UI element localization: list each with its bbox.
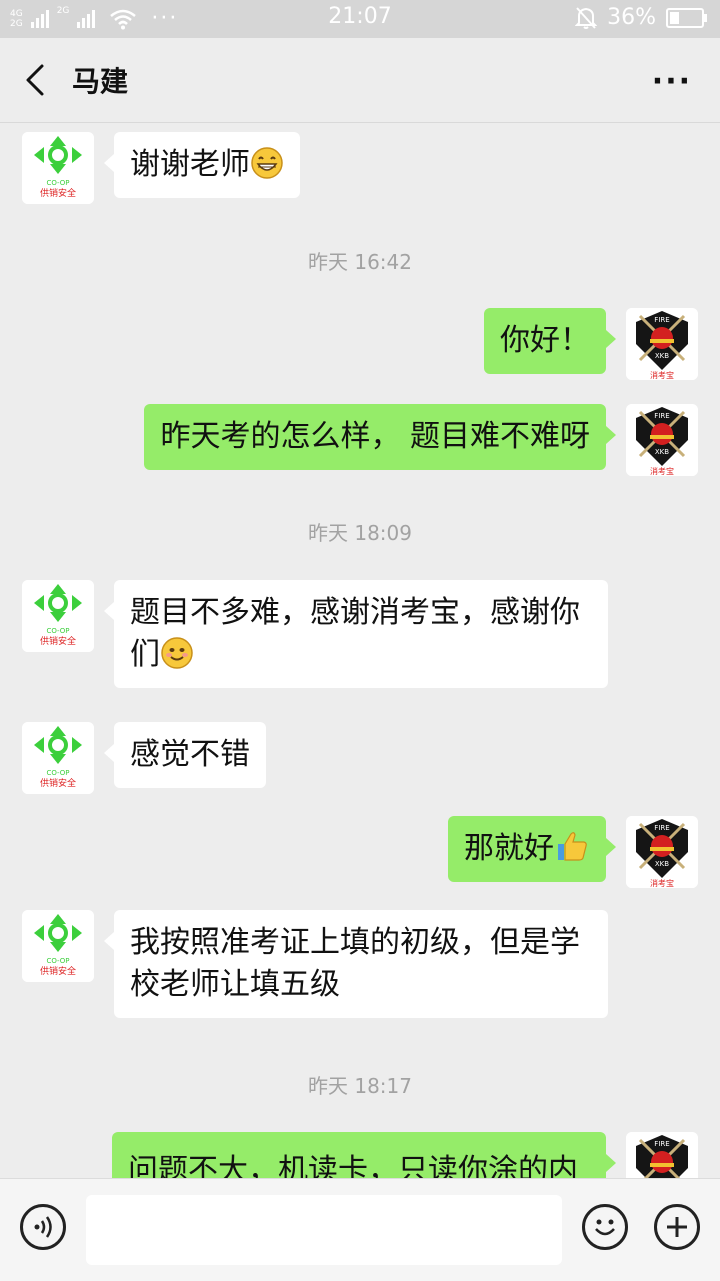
message-text: 感觉不错 [130,737,250,772]
message-input[interactable] [86,1195,562,1265]
message-text-line: 们 [130,637,160,672]
svg-text:FIRE: FIRE [654,412,669,420]
fire-xkb-logo-icon: FIRE [626,1132,698,1178]
back-button[interactable] [18,60,58,100]
message-text-line: 校老师让填五级 [130,967,340,1002]
input-bar [0,1178,720,1281]
emoji-button[interactable] [582,1204,628,1250]
fire-xkb-logo-icon: FIRE XKB 消考宝 [626,816,698,888]
status-right: 36% [575,5,707,30]
chat-header: 马建 ··· [0,38,720,123]
message-sent: FIRE XKB 消考宝 那就好 [0,816,720,892]
svg-text:供销安全: 供销安全 [40,635,76,647]
svg-text:FIRE: FIRE [654,1140,669,1148]
my-avatar[interactable]: FIRE XKB 消考宝 [626,816,698,888]
message-text: 那就好 [464,831,554,866]
smiley-face-icon [595,1219,615,1236]
svg-text:消考宝: 消考宝 [650,370,674,380]
coop-logo-icon: CO-OP 供销安全 [22,580,94,652]
more-options-button[interactable]: ··· [652,64,692,99]
message-text: 谢谢老师 [130,147,250,182]
svg-text:XKB: XKB [655,860,669,868]
voice-button[interactable] [20,1204,66,1250]
chat-title: 马建 [72,65,129,98]
smile-emoji-icon [161,637,193,669]
fire-xkb-logo-icon: FIRE XKB 消考宝 [626,308,698,380]
svg-text:供销安全: 供销安全 [40,777,76,789]
battery-icon [666,7,707,28]
svg-text:XKB: XKB [655,448,669,456]
svg-text:CO-OP: CO-OP [46,957,69,965]
coop-logo-icon: CO-OP 供销安全 [22,910,94,982]
message-bubble[interactable]: 谢谢老师 [104,132,300,198]
message-sent: FIRE XKB 消考宝 你好！ [0,308,720,384]
timestamp: 昨天 18:09 [308,521,412,545]
status-bar: 4G 2G 2G ··· 21:07 36% [0,0,720,38]
svg-text:消考宝: 消考宝 [650,466,674,476]
contact-avatar[interactable]: CO-OP 供销安全 [22,910,94,982]
message-sent: FIRE XKB 消考宝 昨天考的怎么样， 题目难不难呀 [0,404,720,480]
message-received: CO-OP 供销安全 题目不多难，感谢消考宝，感谢你 们 [0,580,720,700]
thumbs-up-emoji-icon [558,832,587,861]
chevron-left-icon [26,64,44,96]
coop-logo-icon: CO-OP 供销安全 [22,722,94,794]
my-avatar[interactable]: FIRE XKB 消考宝 [626,404,698,476]
message-bubble[interactable]: 昨天考的怎么样， 题目难不难呀 [144,404,616,470]
battery-fill [670,11,679,24]
voice-wave-icon [34,1216,52,1238]
message-bubble[interactable]: 感觉不错 [104,722,266,788]
svg-text:FIRE: FIRE [654,824,669,832]
svg-text:消考宝: 消考宝 [650,878,674,888]
message-bubble[interactable]: 我按照准考证上填的初级，但是学 校老师让填五级 [104,910,608,1018]
svg-text:FIRE: FIRE [654,316,669,324]
svg-text:CO-OP: CO-OP [46,179,69,187]
fire-xkb-logo-icon: FIRE XKB 消考宝 [626,404,698,476]
message-text: 问题不大，机读卡，只读你涂的内 [128,1153,578,1178]
svg-text:CO-OP: CO-OP [46,769,69,777]
message-received: CO-OP 供销安全 谢谢老师 [0,132,720,208]
mute-bell-icon [575,6,598,29]
message-bubble[interactable]: 你好！ [484,308,616,374]
message-text: 你好！ [500,323,590,358]
message-received: CO-OP 供销安全 我按照准考证上填的初级，但是学 校老师让填五级 [0,910,720,1030]
coop-logo-icon: CO-OP 供销安全 [22,132,94,204]
message-received: CO-OP 供销安全 感觉不错 [0,722,720,798]
message-bubble[interactable]: 那就好 [448,816,616,882]
grin-emoji-icon [251,147,283,179]
battery-percent: 36% [607,5,656,30]
svg-text:供销安全: 供销安全 [40,187,76,199]
message-sent: FIRE 问题不大，机读卡，只读你涂的内 [0,1132,720,1178]
message-text-line: 我按照准考证上填的初级，但是学 [130,925,580,960]
contact-avatar[interactable]: CO-OP 供销安全 [22,580,94,652]
svg-text:供销安全: 供销安全 [40,965,76,977]
message-text-line: 题目不多难，感谢消考宝，感谢你 [130,595,580,630]
my-avatar[interactable]: FIRE XKB 消考宝 [626,308,698,380]
svg-text:XKB: XKB [655,352,669,360]
svg-text:CO-OP: CO-OP [46,627,69,635]
message-text: 昨天考的怎么样， 题目难不难呀 [160,419,590,454]
my-avatar[interactable]: FIRE [626,1132,698,1178]
contact-avatar[interactable]: CO-OP 供销安全 [22,722,94,794]
message-bubble[interactable]: 题目不多难，感谢消考宝，感谢你 们 [104,580,608,688]
message-bubble[interactable]: 问题不大，机读卡，只读你涂的内 [112,1132,616,1178]
timestamp: 昨天 18:17 [308,1074,412,1098]
plus-icon [667,1217,687,1237]
add-more-button[interactable] [654,1204,700,1250]
contact-avatar[interactable]: CO-OP 供销安全 [22,132,94,204]
timestamp: 昨天 16:42 [308,250,412,274]
